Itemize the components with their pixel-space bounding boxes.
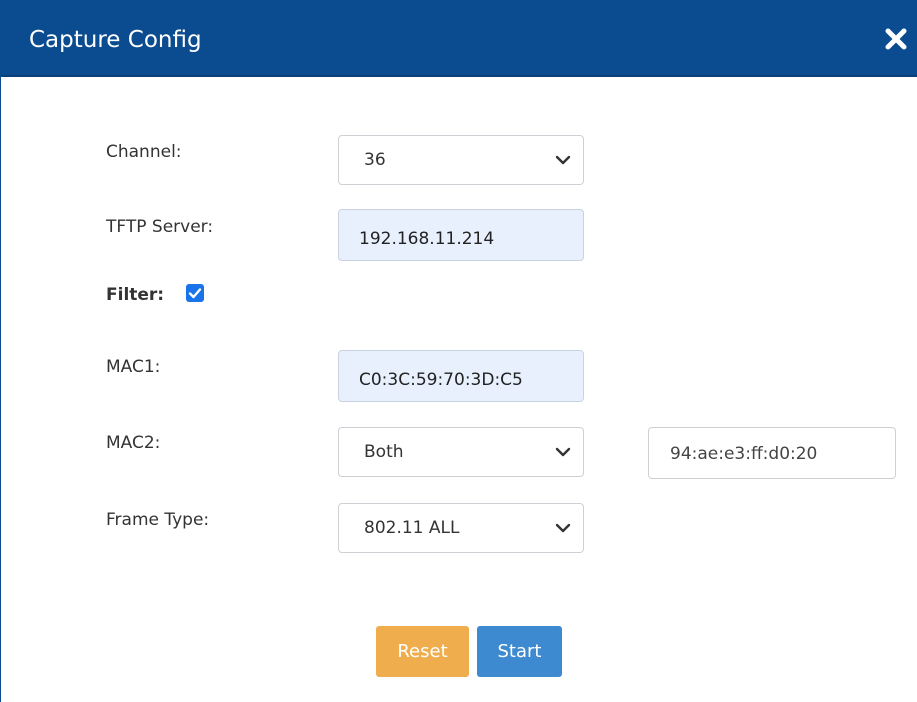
- channel-label: Channel:: [106, 142, 182, 162]
- mac1-label: MAC1:: [106, 357, 161, 377]
- filter-label: Filter:: [106, 285, 165, 305]
- channel-select-value: 36: [364, 150, 386, 170]
- mac1-value: C0:3C:59:70:3D:C5: [359, 370, 523, 390]
- reset-button[interactable]: Reset: [376, 626, 469, 677]
- mac2-direction-select[interactable]: Both: [338, 427, 584, 477]
- mac2-direction-value: Both: [364, 442, 404, 462]
- mac2-label: MAC2:: [106, 433, 161, 453]
- tftp-server-input[interactable]: 192.168.11.214: [338, 209, 584, 261]
- mac2-value: 94:ae:e3:ff:d0:20: [670, 444, 818, 464]
- filter-checkbox[interactable]: [186, 284, 204, 302]
- mac1-input[interactable]: C0:3C:59:70:3D:C5: [338, 350, 584, 402]
- chevron-down-icon: [555, 447, 571, 457]
- chevron-down-icon: [555, 523, 571, 533]
- frame-type-select[interactable]: 802.11 ALL: [338, 503, 584, 553]
- tftp-server-label: TFTP Server:: [106, 217, 214, 237]
- checkmark-icon: [188, 288, 202, 299]
- start-button[interactable]: Start: [477, 626, 562, 677]
- dialog-title-bar: Capture Config: [1, 0, 917, 77]
- frame-type-select-value: 802.11 ALL: [364, 518, 460, 538]
- capture-config-dialog: Capture Config Channel: 36 TFTP Server: …: [0, 0, 917, 702]
- chevron-down-icon: [555, 155, 571, 165]
- mac2-input[interactable]: 94:ae:e3:ff:d0:20: [648, 427, 896, 479]
- tftp-server-value: 192.168.11.214: [359, 229, 495, 249]
- frame-type-label: Frame Type:: [106, 510, 210, 530]
- close-icon[interactable]: [883, 22, 909, 54]
- channel-select[interactable]: 36: [338, 135, 584, 185]
- dialog-title: Capture Config: [29, 27, 202, 53]
